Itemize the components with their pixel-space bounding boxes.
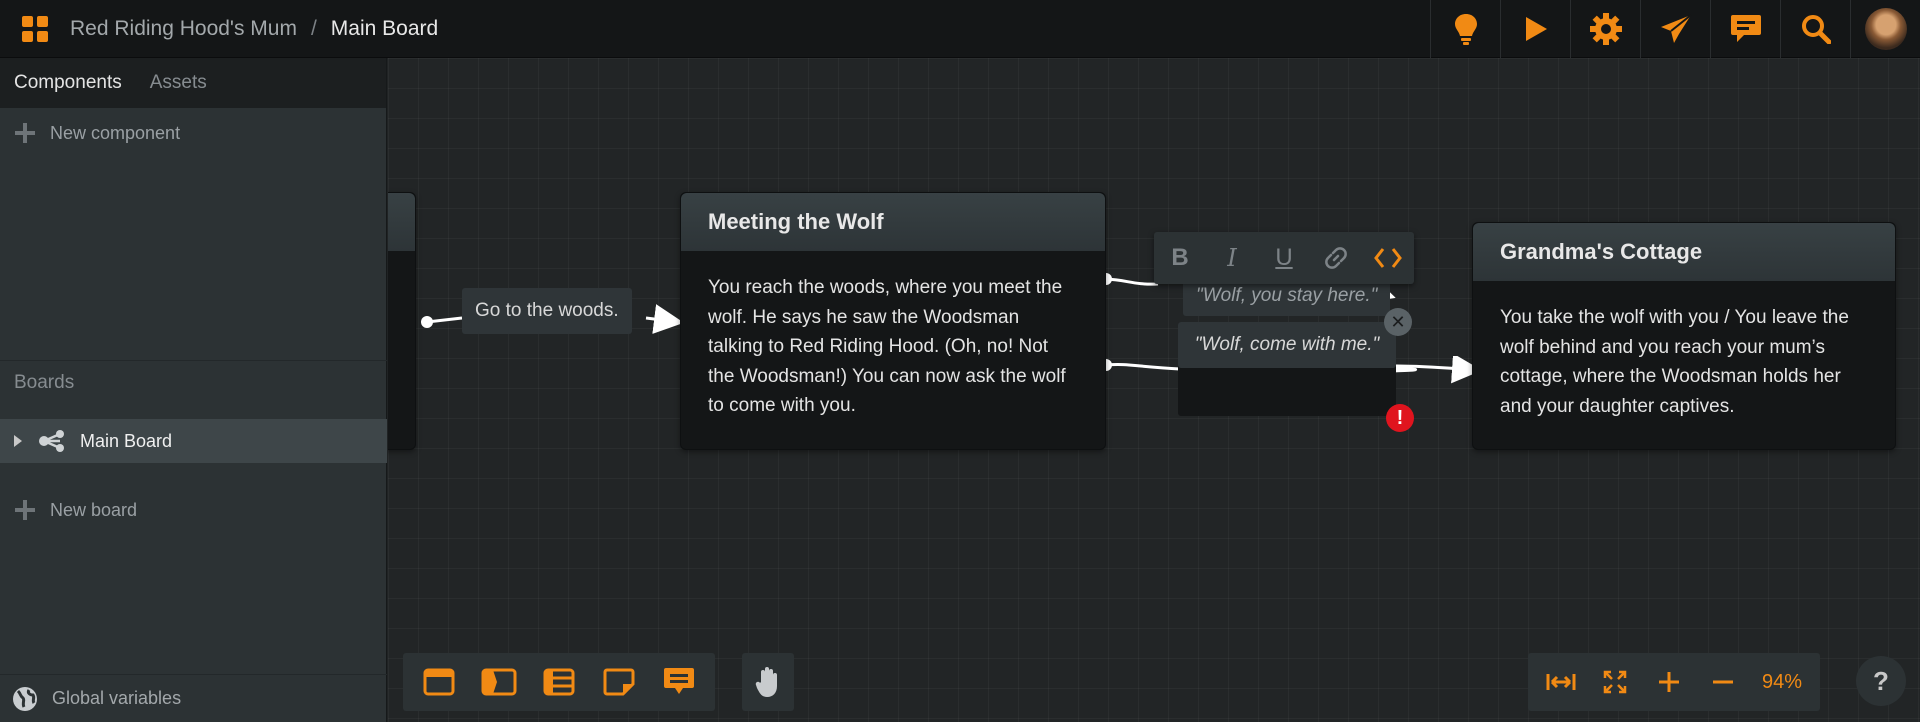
- connection-woods-end: [645, 304, 684, 334]
- flow-fragment-icon[interactable]: [409, 653, 469, 711]
- tab-assets[interactable]: Assets: [150, 72, 207, 94]
- connection-stay: [1105, 277, 1159, 286]
- node-text: You reach the woods, where you meet the …: [708, 277, 1066, 416]
- node-header: [388, 193, 415, 251]
- flow-icon: [38, 430, 66, 452]
- caret-right-icon[interactable]: [14, 435, 22, 447]
- globe-icon: [12, 686, 38, 712]
- global-variables-button[interactable]: Global variables: [0, 674, 387, 722]
- play-icon[interactable]: [1500, 0, 1570, 58]
- error-icon[interactable]: !: [1386, 404, 1414, 432]
- global-variables-label: Global variables: [52, 688, 182, 708]
- flow-node-meeting-wolf[interactable]: Meeting the Wolf You reach the woods, wh…: [680, 192, 1106, 450]
- connection-woods: [426, 316, 463, 324]
- node-text: You take the wolf with you / You leave t…: [1500, 307, 1849, 417]
- italic-icon[interactable]: I: [1206, 232, 1258, 284]
- plus-icon: [14, 122, 36, 144]
- fit-width-icon[interactable]: [1534, 653, 1588, 711]
- zoom-in-icon[interactable]: [1642, 653, 1696, 711]
- flow-node-grandmas-cottage[interactable]: Grandma's Cottage You take the wolf with…: [1472, 222, 1896, 450]
- breadcrumb: Red Riding Hood's Mum / Main Board: [70, 17, 438, 41]
- link-icon[interactable]: [1310, 232, 1362, 284]
- choice-come-label[interactable]: "Wolf, come with me.": [1178, 322, 1396, 368]
- flow-node-previous[interactable]: [388, 192, 416, 450]
- connection-text: Go to the woods.: [475, 300, 619, 321]
- pan-tool: [742, 653, 794, 711]
- zoom-out-icon[interactable]: [1696, 653, 1750, 711]
- avatar[interactable]: [1864, 8, 1907, 50]
- sidebar-tabs: Components Assets: [0, 58, 386, 108]
- plus-icon: [14, 499, 36, 521]
- hand-icon[interactable]: [742, 653, 794, 711]
- dialogue-icon[interactable]: [469, 653, 529, 711]
- node-title: Grandma's Cottage: [1473, 223, 1895, 281]
- breadcrumb-project[interactable]: Red Riding Hood's Mum: [70, 17, 297, 41]
- gear-icon[interactable]: [1570, 0, 1640, 58]
- zoom-toolbar: 94%: [1528, 653, 1821, 711]
- note-icon[interactable]: [589, 653, 649, 711]
- comment-icon[interactable]: [1710, 0, 1780, 58]
- tab-components[interactable]: Components: [14, 72, 122, 94]
- send-icon[interactable]: [1640, 0, 1710, 58]
- sidebar: Components Assets New component Boards M…: [0, 58, 387, 722]
- breadcrumb-current-board: Main Board: [330, 16, 439, 40]
- board-label: Main Board: [80, 430, 173, 451]
- flow-canvas[interactable]: Go to the woods. Meeting the Wolf You re…: [388, 58, 1920, 722]
- top-bar: Red Riding Hood's Mum / Main Board: [0, 0, 1920, 58]
- new-board-button[interactable]: New board: [0, 485, 387, 535]
- apps-grid-icon[interactable]: [0, 0, 70, 58]
- underline-icon[interactable]: U: [1258, 232, 1310, 284]
- user-menu[interactable]: [1850, 0, 1920, 58]
- top-actions: [1430, 0, 1920, 58]
- node-title: Meeting the Wolf: [681, 193, 1105, 251]
- lightbulb-icon[interactable]: [1430, 0, 1500, 58]
- comment-icon[interactable]: [649, 653, 709, 711]
- bold-icon[interactable]: B: [1154, 232, 1206, 284]
- new-board-label: New board: [50, 499, 138, 520]
- sidebar-item-main-board[interactable]: Main Board: [0, 419, 387, 463]
- choice-text: "Wolf, you stay here.": [1196, 285, 1378, 306]
- close-icon[interactable]: ✕: [1384, 308, 1412, 336]
- create-toolbar: [403, 653, 715, 711]
- boards-heading: Boards: [0, 360, 387, 404]
- fit-screen-icon[interactable]: [1588, 653, 1642, 711]
- connection-come: [1105, 362, 1181, 371]
- new-component-button[interactable]: New component: [0, 108, 386, 158]
- new-component-label: New component: [50, 122, 181, 143]
- zoom-level[interactable]: 94%: [1750, 671, 1814, 694]
- help-button[interactable]: ?: [1856, 656, 1906, 706]
- text-format-toolbar: B I U: [1154, 232, 1414, 284]
- choice-text: "Wolf, come with me.": [1194, 334, 1380, 355]
- search-icon[interactable]: [1780, 0, 1850, 58]
- code-icon[interactable]: [1362, 232, 1414, 284]
- hub-icon[interactable]: [529, 653, 589, 711]
- breadcrumb-separator: /: [310, 16, 317, 40]
- connection-label-woods[interactable]: Go to the woods.: [462, 288, 632, 334]
